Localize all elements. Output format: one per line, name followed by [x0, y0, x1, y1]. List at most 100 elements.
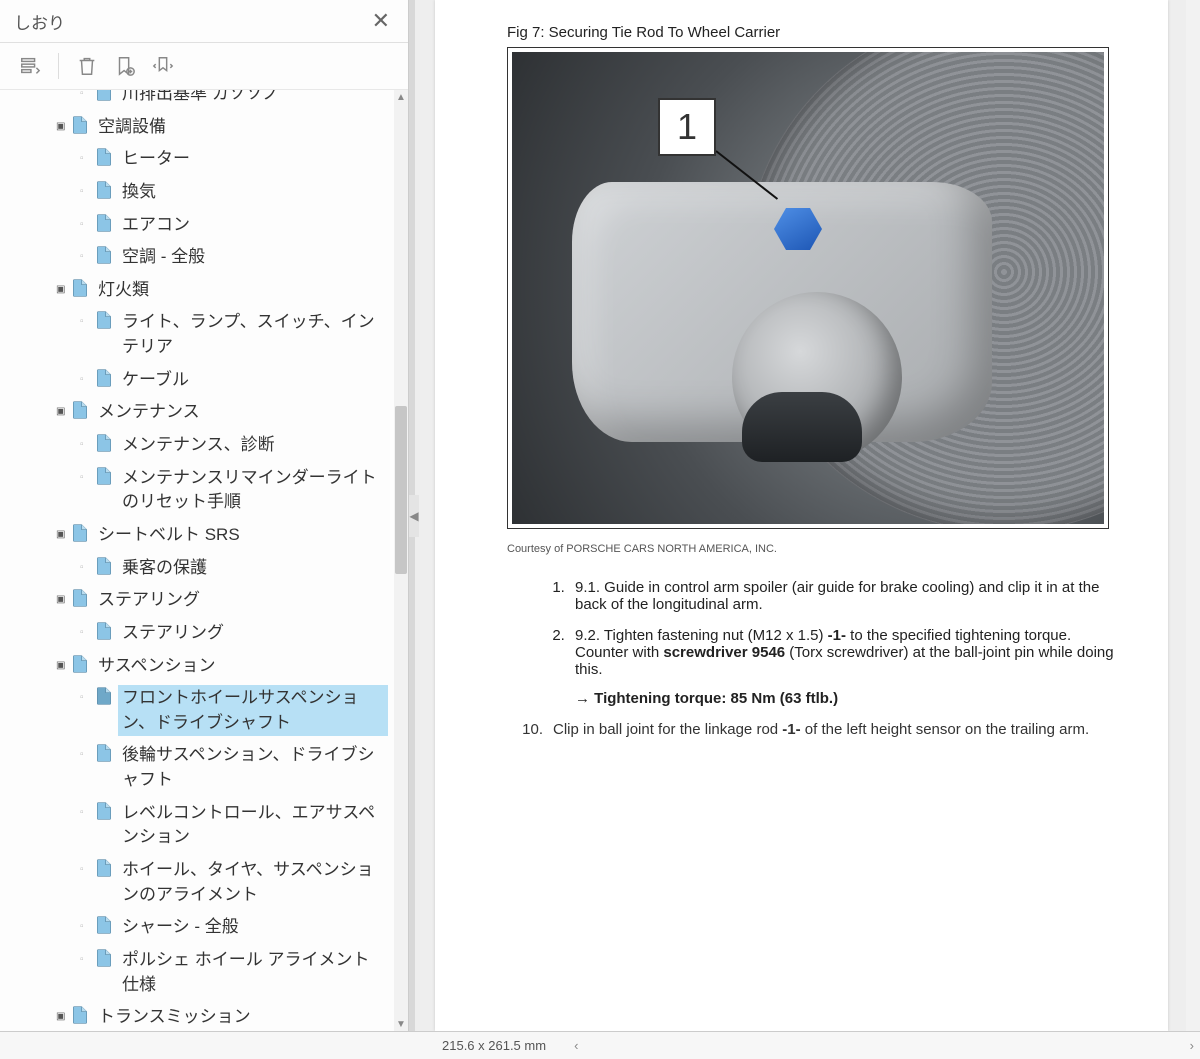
tree-twisty-icon[interactable]: ▫ — [80, 373, 92, 388]
tree-node[interactable]: ▣灯火類 — [12, 274, 390, 307]
tree-node[interactable]: ▫レベルコントロール、エアサスペンション — [12, 797, 390, 854]
tree-node[interactable]: ▫ヒーター — [12, 143, 390, 176]
tree-node[interactable]: ▫ 後輪サスペンション、ドライブシャフト — [12, 739, 390, 796]
tree-twisty-icon[interactable]: ▫ — [80, 691, 92, 706]
expand-bookmark-icon[interactable] — [151, 54, 175, 78]
bookmarks-tree[interactable]: ▫川排出基準 カソソノ▣空調設備▫ヒーター▫換気▫エアコン▫空調 - 全般▣灯火… — [0, 90, 394, 1031]
options-icon[interactable] — [18, 54, 42, 78]
tree-node[interactable]: ▣ステアリング — [12, 584, 390, 617]
tree-twisty-icon[interactable]: ▫ — [80, 471, 92, 486]
tree-scrollbar[interactable]: ▲ ▼ — [394, 90, 408, 1031]
figure-image: 1 — [512, 52, 1104, 524]
tree-node[interactable]: ▫ ステアリング — [12, 617, 390, 650]
tree-node[interactable]: ▫ホイール、タイヤ、サスペンションのアライメント — [12, 854, 390, 911]
panel-collapse-handle[interactable]: ◀ — [409, 495, 419, 537]
trash-icon[interactable] — [75, 54, 99, 78]
bookmark-icon — [94, 801, 114, 821]
tree-twisty-icon[interactable]: ▫ — [80, 920, 92, 935]
scroll-down-icon[interactable]: ▼ — [394, 1017, 408, 1031]
bookmark-icon — [70, 1005, 90, 1025]
tree-node[interactable]: ▫ 空調 - 全般 — [12, 241, 390, 274]
close-icon[interactable]: ✕ — [366, 8, 396, 34]
bookmark-icon — [94, 147, 114, 167]
tree-node[interactable]: ▫ 換気 — [12, 176, 390, 209]
tree-node-label: ケーブル — [118, 367, 388, 394]
tree-node[interactable]: ▫ ライト、ランプ、スイッチ、インテリア — [12, 306, 390, 363]
tree-node-label: サスペンション — [94, 653, 388, 680]
tree-twisty-icon[interactable]: ▫ — [80, 748, 92, 763]
tree-twisty-icon[interactable]: ▫ — [80, 315, 92, 330]
tree-node-label: 乗客の保護 — [118, 555, 388, 582]
tree-node-label: 換気 — [118, 179, 388, 206]
tree-twisty-icon[interactable]: ▫ — [80, 250, 92, 265]
tree-node[interactable]: ▣トランスミッション — [12, 1001, 390, 1031]
tree-node[interactable]: ▫ポルシェ ホイール アライメント仕様 — [12, 944, 390, 1001]
tree-twisty-icon[interactable]: ▫ — [80, 438, 92, 453]
tree-twisty-icon[interactable]: ▫ — [80, 152, 92, 167]
tree-node[interactable]: ▫川排出基準 カソソノ — [12, 90, 390, 111]
tree-node[interactable]: ▣ シートベルト SRS — [12, 519, 390, 552]
tree-node[interactable]: ▫ ケーブル — [12, 364, 390, 397]
tree-node[interactable]: ▣ 空調設備 — [12, 111, 390, 144]
image-courtesy: Courtesy of PORSCHE CARS NORTH AMERICA, … — [507, 543, 1128, 555]
bookmark-icon — [94, 90, 114, 102]
tree-node[interactable]: ▫ 乗客の保護 — [12, 552, 390, 585]
tree-twisty-icon[interactable]: ▣ — [56, 283, 68, 298]
tree-node-label: シートベルト SRS — [94, 522, 388, 549]
tree-twisty-icon[interactable]: ▣ — [56, 405, 68, 420]
tree-node-label: ライト、ランプ、スイッチ、インテリア — [118, 309, 388, 360]
bookmark-icon — [94, 213, 114, 233]
document-viewport[interactable]: ◀ Fig 7: Securing Tie Rod To Wheel Carri… — [409, 0, 1200, 1031]
bookmark-icon — [94, 466, 114, 486]
tree-node-label: 空調 - 全般 — [118, 244, 388, 271]
tree-node-label: ステアリング — [118, 620, 388, 647]
tree-twisty-icon[interactable]: ▫ — [80, 561, 92, 576]
scroll-thumb[interactable] — [395, 406, 407, 574]
tree-node[interactable]: ▫シャーシ - 全般 — [12, 911, 390, 944]
torque-spec: → Tightening torque: 85 Nm (63 ftlb.) — [575, 690, 1128, 707]
bookmark-icon — [94, 310, 114, 330]
bookmarks-toolbar — [0, 43, 408, 90]
tree-twisty-icon[interactable]: ▫ — [80, 218, 92, 233]
tree-twisty-icon[interactable]: ▫ — [80, 185, 92, 200]
prev-page-button[interactable]: ‹ — [568, 1038, 584, 1053]
bookmarks-title: しおり — [14, 9, 65, 34]
tree-node[interactable]: ▫ フロントホイールサスペンション、ドライブシャフト — [12, 682, 390, 739]
tree-twisty-icon[interactable]: ▫ — [80, 90, 92, 102]
next-page-button[interactable]: › — [1184, 1038, 1200, 1053]
figure-frame: 1 — [507, 47, 1109, 529]
tree-twisty-icon[interactable]: ▫ — [80, 863, 92, 878]
document-page: Fig 7: Securing Tie Rod To Wheel Carrier… — [435, 0, 1168, 1031]
tree-node-label: 空調設備 — [94, 114, 388, 141]
scroll-up-icon[interactable]: ▲ — [394, 90, 408, 104]
tree-node[interactable]: ▣メンテナンス — [12, 396, 390, 429]
page-dimensions: 215.6 x 261.5 mm — [430, 1038, 558, 1053]
tree-node[interactable]: ▣ サスペンション — [12, 650, 390, 683]
tree-node-label: 後輪サスペンション、ドライブシャフト — [118, 742, 388, 793]
bookmark-icon — [94, 686, 114, 706]
bookmark-icon — [70, 588, 90, 608]
tree-node[interactable]: ▫エアコン — [12, 209, 390, 242]
tree-node-label: フロントホイールサスペンション、ドライブシャフト — [118, 685, 388, 736]
tree-twisty-icon[interactable]: ▣ — [56, 120, 68, 135]
bookmark-icon — [70, 115, 90, 135]
add-bookmark-icon[interactable] — [113, 54, 137, 78]
bookmark-icon — [94, 245, 114, 265]
tree-twisty-icon[interactable]: ▫ — [80, 953, 92, 968]
separator — [58, 53, 59, 79]
bookmark-icon — [70, 278, 90, 298]
tree-twisty-icon[interactable]: ▣ — [56, 1010, 68, 1025]
tree-node-label: メンテナンス、診断 — [118, 432, 388, 459]
tree-twisty-icon[interactable]: ▣ — [56, 528, 68, 543]
tree-node[interactable]: ▫ メンテナンス、診断 — [12, 429, 390, 462]
tree-twisty-icon[interactable]: ▫ — [80, 806, 92, 821]
tree-twisty-icon[interactable]: ▣ — [56, 593, 68, 608]
tree-twisty-icon[interactable]: ▫ — [80, 626, 92, 641]
callout-1: 1 — [658, 98, 716, 156]
step-9-1: 9.1. Guide in control arm spoiler (air g… — [569, 579, 1128, 613]
doc-scrollbar[interactable] — [1186, 0, 1200, 1031]
bookmark-icon — [94, 621, 114, 641]
tree-twisty-icon[interactable]: ▣ — [56, 659, 68, 674]
bookmarks-header: しおり ✕ — [0, 0, 408, 43]
tree-node[interactable]: ▫メンテナンスリマインダーライトのリセット手順 — [12, 462, 390, 519]
